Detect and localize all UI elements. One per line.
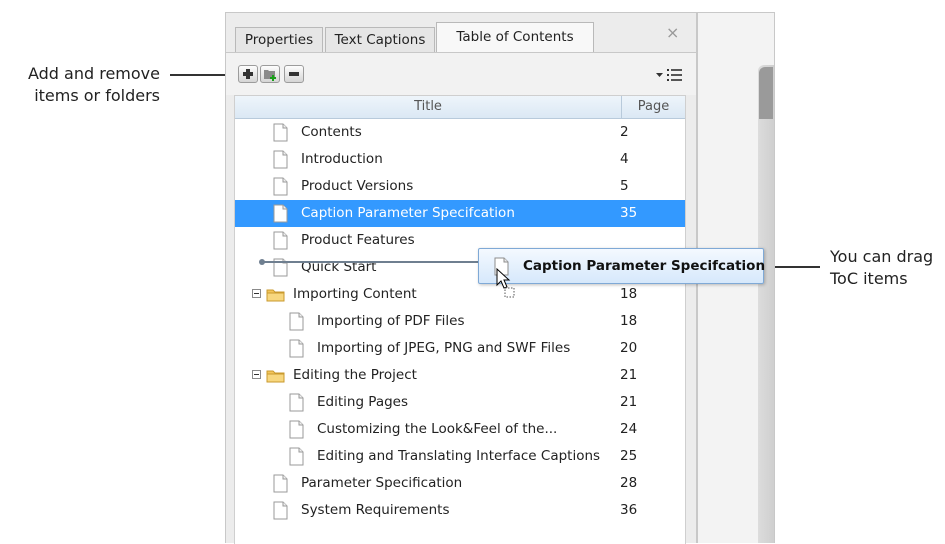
- tree-row[interactable]: Customizing the Look&Feel of the... 24: [235, 416, 685, 443]
- tree-row-page: 28: [620, 475, 638, 491]
- document-icon: [273, 501, 288, 520]
- tree-row-label: Contents: [301, 124, 362, 140]
- tree-row-page: 36: [620, 502, 638, 518]
- add-folder-icon: [264, 70, 276, 81]
- column-header-page[interactable]: Page: [622, 96, 685, 118]
- tree-row[interactable]: Caption Parameter Specifcation 35: [235, 200, 685, 227]
- tree-row-label: Product Versions: [301, 178, 414, 194]
- document-icon: [273, 177, 288, 196]
- folder-icon: [266, 370, 285, 383]
- tab-table-of-contents[interactable]: Table of Contents: [436, 22, 594, 53]
- folder-icon: [266, 289, 285, 302]
- tree-row-page: 21: [620, 367, 638, 383]
- tree-row[interactable]: Contents 2: [235, 119, 685, 146]
- tree-row-page: 20: [620, 340, 638, 356]
- tree-row-page: 24: [620, 421, 638, 437]
- toc-toolbar: [226, 53, 696, 95]
- tree-row-page: 18: [620, 313, 638, 329]
- tree-row-label: Editing Pages: [317, 394, 409, 410]
- tree-row-label: Caption Parameter Specifcation: [301, 205, 515, 221]
- document-icon: [273, 474, 288, 493]
- drag-preview-label: Caption Parameter Specifcation: [523, 258, 766, 274]
- tree-row-page: 25: [620, 448, 638, 464]
- tab-properties[interactable]: Properties: [235, 27, 323, 52]
- column-header-title[interactable]: Title: [235, 96, 622, 118]
- tree-row-label: Product Features: [301, 232, 415, 248]
- toc-tree[interactable]: Title Page Contents 2 Introduction 4 Product…: [234, 95, 686, 544]
- tree-row[interactable]: Importing of JPEG, PNG and SWF Files 20: [235, 335, 685, 362]
- remove-item-button[interactable]: [284, 65, 304, 83]
- tab-text-captions[interactable]: Text Captions: [325, 27, 435, 52]
- add-item-icon: [243, 69, 253, 79]
- document-icon: [289, 420, 304, 439]
- tree-row[interactable]: Parameter Specification 28: [235, 470, 685, 497]
- tree-row[interactable]: Editing and Translating Interface Captio…: [235, 443, 685, 470]
- tree-row-label: Importing of JPEG, PNG and SWF Files: [317, 340, 571, 356]
- tree-row-label: Editing and Translating Interface Captio…: [317, 448, 601, 464]
- document-icon: [289, 312, 304, 331]
- tree-row-label: Introduction: [301, 151, 383, 167]
- tree-row-page: 21: [620, 394, 638, 410]
- tree-row-page: 5: [620, 178, 629, 194]
- drop-indicator-dot: [259, 259, 265, 265]
- callout-left-line1: Add and remove: [27, 64, 160, 83]
- tree-row[interactable]: Importing of PDF Files 18: [235, 308, 685, 335]
- drop-indicator-line: [262, 261, 482, 263]
- tree-header: Title Page: [235, 96, 685, 119]
- collapse-toggle-icon[interactable]: [252, 289, 261, 298]
- list-view-dropdown-button[interactable]: [654, 66, 684, 84]
- drag-cursor-icon: [496, 268, 515, 298]
- document-icon: [289, 339, 304, 358]
- callout-right-line2: ToC items: [830, 269, 908, 288]
- tab-bar: Properties Text Captions Table of Conten…: [226, 13, 696, 53]
- close-icon[interactable]: ×: [666, 23, 679, 42]
- tree-row-page: 4: [620, 151, 629, 167]
- tree-row-label: Parameter Specification: [301, 475, 463, 491]
- tree-row-label: Importing of PDF Files: [317, 313, 465, 329]
- tree-row[interactable]: System Requirements 36: [235, 497, 685, 524]
- tree-row-label: System Requirements: [301, 502, 450, 518]
- list-view-dropdown-icon: [656, 69, 682, 81]
- tree-row-label: Customizing the Look&Feel of the...: [317, 421, 558, 437]
- callout-add-remove: Add and remove items or folders: [8, 63, 160, 107]
- document-icon: [289, 447, 304, 466]
- tree-row-page: 35: [620, 205, 638, 221]
- drag-preview: Caption Parameter Specifcation: [478, 248, 766, 284]
- remove-icon: [289, 72, 299, 76]
- tree-row-page: 18: [620, 286, 638, 302]
- tree-row-page: 2: [620, 124, 629, 140]
- tree-row-label: Importing Content: [293, 286, 417, 302]
- add-item-button[interactable]: [238, 65, 258, 83]
- callout-right-line1: You can drag: [830, 247, 934, 266]
- document-scroll-track[interactable]: [758, 65, 774, 543]
- tree-row[interactable]: Product Versions 5: [235, 173, 685, 200]
- tree-row-label: Quick Start: [301, 259, 377, 275]
- tree-row[interactable]: Editing Pages 21: [235, 389, 685, 416]
- add-folder-button[interactable]: [260, 65, 280, 83]
- tree-folder-row[interactable]: Editing the Project 21: [235, 362, 685, 389]
- tree-row-label: Editing the Project: [293, 367, 417, 383]
- tree-folder-row[interactable]: Importing Content 18: [235, 281, 685, 308]
- document-scroll-thumb[interactable]: [759, 67, 773, 119]
- document-icon: [273, 231, 288, 250]
- callout-left-leader: [170, 74, 232, 76]
- document-icon: [273, 204, 288, 223]
- document-icon: [273, 150, 288, 169]
- callout-left-line2: items or folders: [34, 86, 160, 105]
- document-icon: [289, 393, 304, 412]
- collapse-toggle-icon[interactable]: [252, 370, 261, 379]
- callout-drag: You can drag ToC items: [830, 246, 942, 290]
- tree-row[interactable]: Introduction 4: [235, 146, 685, 173]
- document-icon: [273, 123, 288, 142]
